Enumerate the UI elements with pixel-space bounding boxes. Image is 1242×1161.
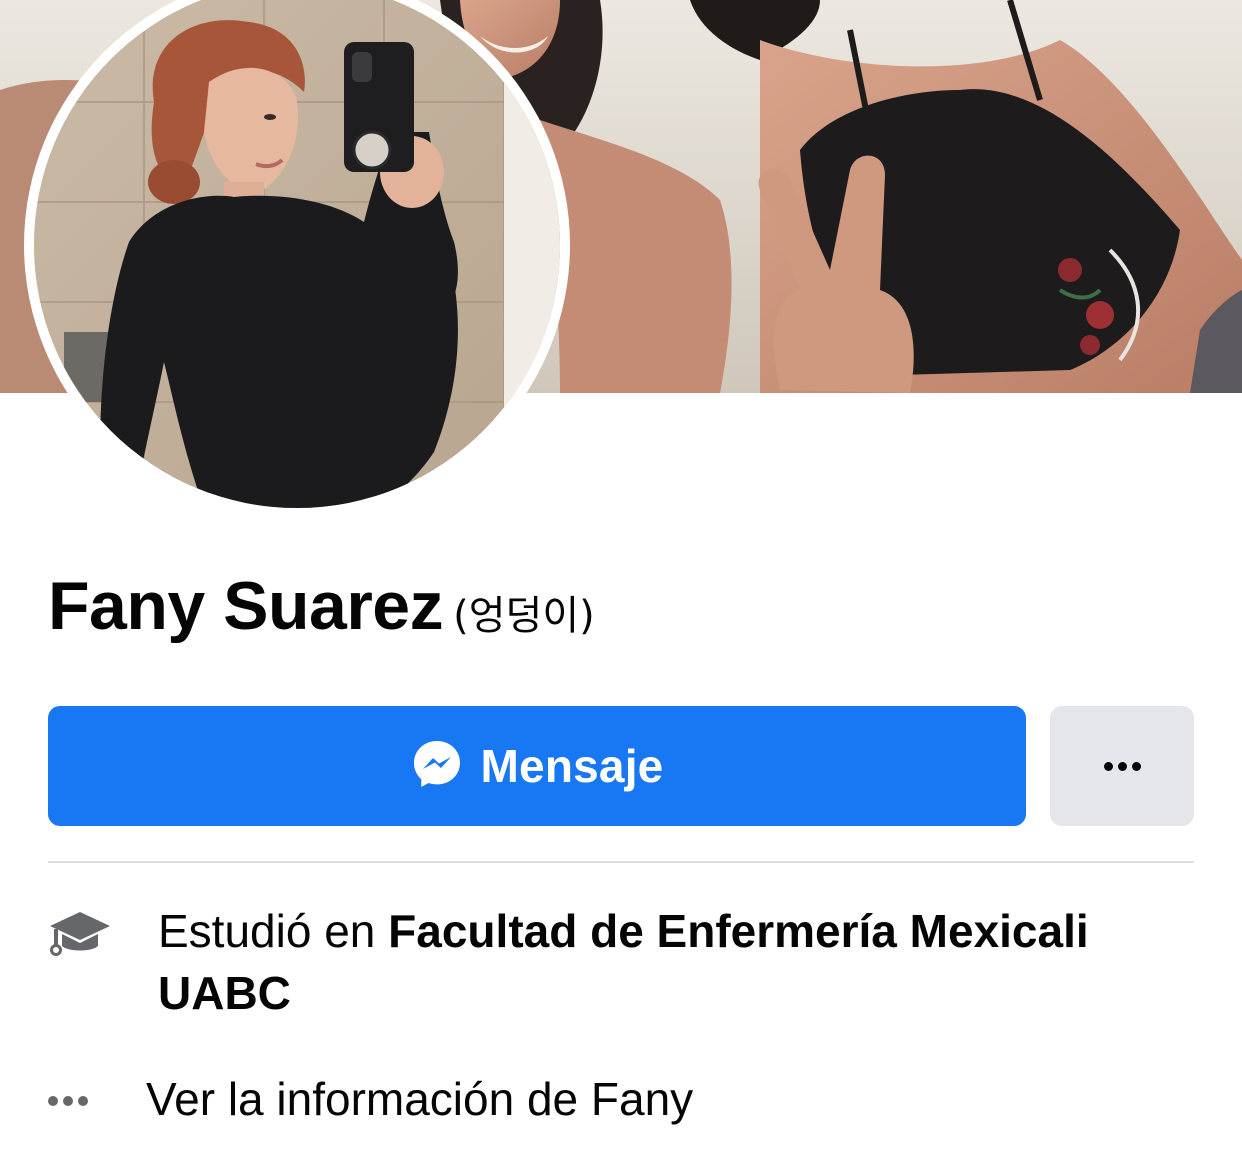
profile-alternate-name: (엉덩이) (453, 593, 595, 639)
intro-education-row: Estudió en Facultad de Enfermería Mexica… (48, 900, 1188, 1024)
profile-name-text: Fany Suarez (48, 568, 444, 644)
education-prefix: Estudió en (158, 905, 376, 957)
see-info-link[interactable]: Ver la información de Fany (146, 1070, 693, 1128)
avatar-image (34, 0, 560, 508)
graduation-cap-icon (48, 900, 158, 967)
education-text: Estudió en Facultad de Enfermería Mexica… (158, 900, 1188, 1024)
message-button-label: Mensaje (480, 740, 664, 792)
avatar[interactable] (34, 0, 560, 508)
profile-name: Fany Suarez (엉덩이) (48, 572, 595, 640)
more-options-button[interactable] (1050, 706, 1194, 826)
more-dots-icon (48, 1096, 146, 1106)
divider (48, 861, 1194, 863)
messenger-icon (411, 738, 463, 795)
message-button[interactable]: Mensaje (48, 706, 1026, 826)
intro-more-info-row[interactable]: Ver la información de Fany (48, 1070, 693, 1128)
more-dots-icon (1103, 761, 1141, 771)
